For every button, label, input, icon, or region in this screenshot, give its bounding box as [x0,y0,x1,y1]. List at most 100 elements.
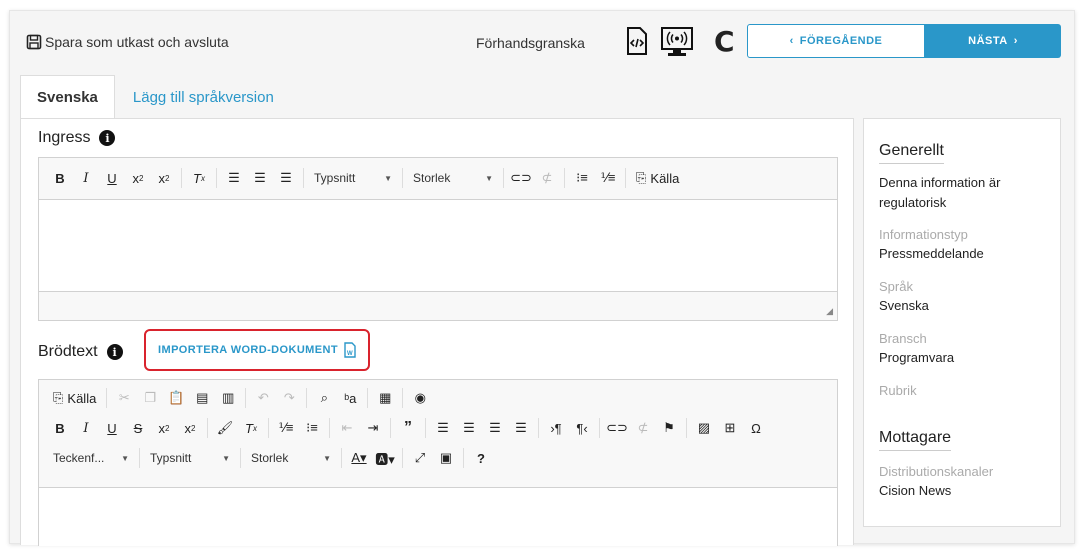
paste-text-icon[interactable]: ▤ [191,387,213,409]
bulleted-list-icon[interactable]: ⁝≡ [571,167,593,189]
ltr-icon[interactable]: ›¶ [545,417,567,439]
blockquote-icon[interactable]: ” [397,417,419,439]
regulatory-text: Denna information är regulatorisk [879,175,1001,210]
maximize-icon[interactable]: ⤢ [409,447,431,469]
save-draft-button[interactable]: Spara som utkast och avsluta [26,34,229,50]
c-logo-icon[interactable]: C [714,25,735,58]
text-color-icon[interactable]: A▾ [348,447,370,469]
replace-icon[interactable]: ᵇa [339,387,361,409]
show-blocks-icon[interactable]: ▣ [435,447,457,469]
tab-add-language-version[interactable]: Lägg till språkversion [115,75,290,119]
font-family-value: Typsnitt [314,171,356,185]
italic-icon[interactable]: I [75,417,97,439]
code-document-icon[interactable] [626,27,648,55]
unlink-icon: ⊄ [637,420,649,435]
help-icon[interactable]: ? [470,447,492,469]
paste-word-icon[interactable]: ▥ [217,387,239,409]
brodtext-editor: ⎘ Källa ✂ ❐ 📋 ▤ ▥ ↶ ↷ ⌕ ᵇa ▦ ◉ B I U S x… [38,379,838,546]
bulleted-list-icon[interactable]: ⁝≡ [301,417,323,439]
numbered-list-icon[interactable]: ⅟≡ [597,167,619,189]
ingress-editor: B I U x2 x2 Tx ☰ ☰ ☰ Typsnitt ▼ Storlek ▼ [38,157,838,321]
info-icon[interactable]: i [99,130,116,146]
remove-format-icon[interactable]: Tx [188,167,210,189]
resize-handle-icon[interactable]: ◢ [826,306,833,317]
align-left-icon[interactable]: ☰ [223,167,245,189]
save-draft-label: Spara som utkast och avsluta [45,34,229,50]
numbered-list-icon[interactable]: ⅟≡ [275,417,297,439]
bold-icon[interactable]: B [49,417,71,439]
select-all-icon[interactable]: ▦ [374,387,396,409]
channels-label: Distributionskanaler [879,464,994,479]
font-family-select[interactable]: Typsnitt ▼ [144,447,236,469]
source-icon: ⎘ [636,170,647,185]
superscript-icon[interactable]: x2 [179,417,201,439]
ingress-content-area[interactable] [39,200,837,291]
special-character-icon[interactable]: Ω [745,417,767,439]
font-size-select[interactable]: Storlek ▼ [407,167,499,189]
copy-format-icon[interactable]: 🖌 [214,417,236,439]
ingress-label: Ingress [38,129,91,146]
app-frame: Spara som utkast och avsluta Förhandsgra… [9,10,1075,546]
font-family-select[interactable]: Typsnitt ▼ [308,167,398,189]
import-word-label: IMPORTERA WORD-DOKUMENT [158,344,338,356]
italic-icon[interactable]: I [75,167,97,189]
import-word-document-button[interactable]: IMPORTERA WORD-DOKUMENT W [144,329,370,371]
unlink-icon: ⊄ [541,170,553,185]
undo-icon: ↶ [257,390,269,405]
indent-icon[interactable]: ⇥ [362,417,384,439]
chevron-left-icon: ‹ [789,35,794,47]
recipients-title: Mottagare [879,429,952,451]
accessibility-icon[interactable]: ◉ [409,387,431,409]
source-label: Källa [67,390,97,406]
align-right-icon[interactable]: ☰ [484,417,506,439]
strikethrough-icon[interactable]: S [127,417,149,439]
brodtext-content-area[interactable] [39,488,837,546]
remove-format-icon[interactable]: Tx [240,417,262,439]
link-icon[interactable]: ⊂⊃ [606,417,628,439]
bold-icon[interactable]: B [49,167,71,189]
background-color-icon[interactable]: 🅰▾ [374,447,396,469]
svg-text:W: W [347,351,353,357]
next-label: NÄSTA [968,35,1008,47]
info-type-label: Informationstyp [879,227,968,242]
info-icon[interactable]: i [106,344,123,360]
monitor-broadcast-icon[interactable] [661,27,693,57]
find-icon[interactable]: ⌕ [313,387,335,409]
align-center-icon[interactable]: ☰ [249,167,271,189]
source-button[interactable]: ⎘ Källa [632,167,683,189]
tab-svenska[interactable]: Svenska [20,75,115,119]
source-icon: ⎘ [53,390,64,405]
floppy-disk-icon [26,34,42,50]
paste-icon[interactable]: 📋 [165,387,187,409]
image-icon[interactable]: ▨ [693,417,715,439]
rtl-icon[interactable]: ¶‹ [571,417,593,439]
word-document-icon: W [344,342,356,358]
copy-icon: ❐ [144,390,157,405]
source-label: Källa [650,170,680,186]
previous-button[interactable]: ‹ FÖREGÅENDE [747,24,925,58]
language-value: Svenska [879,298,929,313]
anchor-flag-icon[interactable]: ⚑ [658,417,680,439]
table-icon[interactable]: ⊞ [719,417,741,439]
align-left-icon[interactable]: ☰ [432,417,454,439]
general-title: Generellt [879,142,944,164]
link-icon[interactable]: ⊂⊃ [510,167,532,189]
next-button[interactable]: NÄSTA › [925,24,1061,58]
format-select[interactable]: Teckenf... ▼ [47,447,135,469]
superscript-icon[interactable]: x2 [153,167,175,189]
underline-icon[interactable]: U [101,167,123,189]
font-size-select[interactable]: Storlek ▼ [245,447,337,469]
justify-icon[interactable]: ☰ [510,417,532,439]
cut-icon: ✂ [118,390,130,405]
subscript-icon[interactable]: x2 [127,167,149,189]
dropdown-arrow-icon: ▼ [323,453,331,463]
top-bar: Spara som utkast och avsluta Förhandsgra… [10,11,1074,73]
industry-label: Bransch [879,331,927,346]
align-right-icon[interactable]: ☰ [275,167,297,189]
align-center-icon[interactable]: ☰ [458,417,480,439]
redo-icon: ↷ [283,390,295,405]
underline-icon[interactable]: U [101,417,123,439]
subscript-icon[interactable]: x2 [153,417,175,439]
language-tabs: Svenska Lägg till språkversion [20,75,290,119]
source-button[interactable]: ⎘ Källa [49,387,100,409]
